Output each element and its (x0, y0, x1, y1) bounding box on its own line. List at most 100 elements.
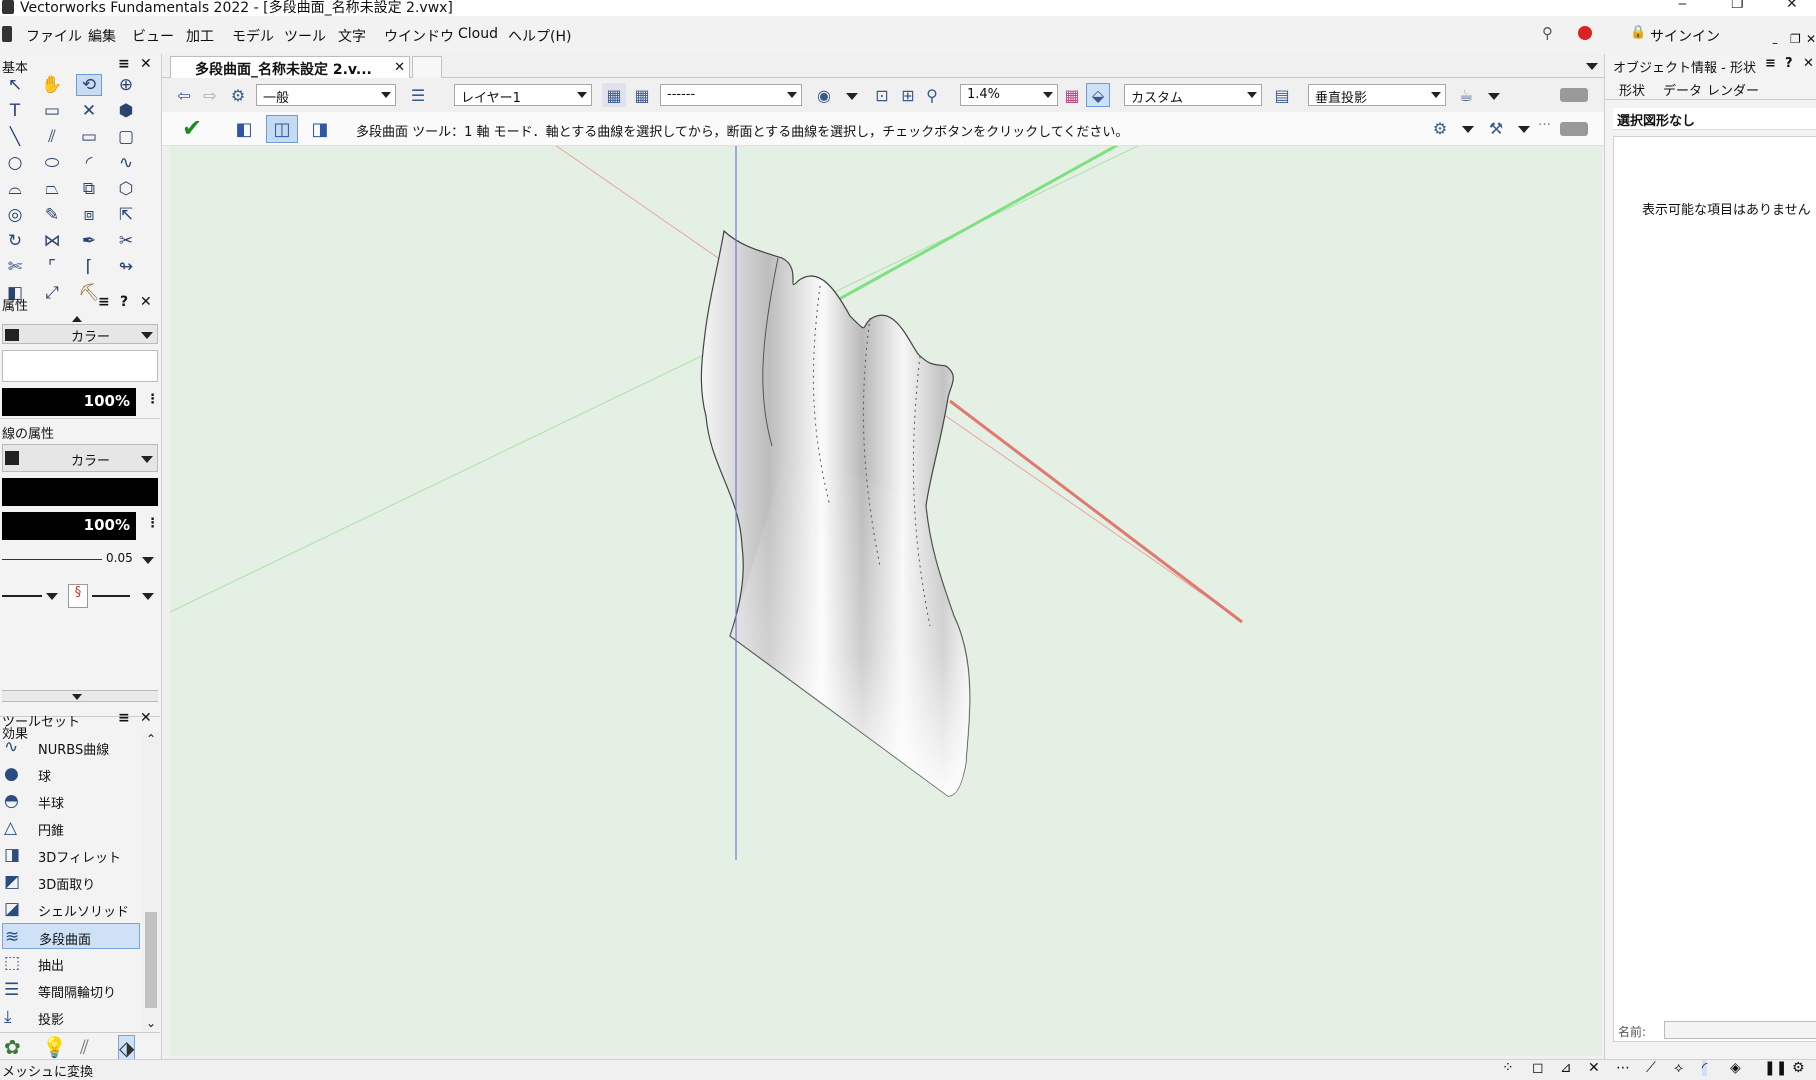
tab-data[interactable]: データ (1663, 80, 1702, 99)
arc-tool-icon[interactable]: ◜ (76, 152, 102, 174)
tab-list-dropdown-icon[interactable] (1586, 63, 1598, 70)
tab-shape[interactable]: 形状 (1619, 80, 1645, 99)
toolset-item[interactable]: ⬚ 抽出 (2, 950, 140, 976)
chamfer-2d-tool-icon[interactable]: ⌈ (76, 256, 102, 278)
menu-view[interactable]: ビュー (132, 26, 174, 46)
polygon-tool-icon[interactable]: ⏢ (39, 178, 65, 200)
toolset-item-selected[interactable]: ≋ 多段曲面 (2, 923, 140, 949)
rail-mode-icon[interactable]: ◧ (228, 115, 260, 143)
menu-modify[interactable]: 加工 (186, 26, 214, 46)
oval-tool-icon[interactable]: ⬭ (39, 152, 65, 174)
object-info-help-icon[interactable]: ? (1785, 56, 1793, 71)
doc-restore-button[interactable]: ❐ (1790, 32, 1801, 46)
scroll-thumb[interactable] (145, 912, 157, 1008)
back-arrow-icon[interactable]: ⇦ (172, 83, 196, 107)
scroll-down-icon[interactable]: ⌄ (146, 1016, 156, 1030)
menu-file[interactable]: ファイル (26, 26, 82, 46)
standard-views-icon[interactable]: ▦ (602, 83, 626, 107)
reshape-tool-icon[interactable]: ✒ (76, 230, 102, 252)
pan-tool-icon[interactable]: ✋ (39, 74, 65, 96)
toolset-item[interactable]: ∿ NURBS曲線 (2, 734, 140, 760)
zoom-icon[interactable]: ⚲ (920, 83, 944, 107)
callout-tool-icon[interactable]: ▭ (39, 100, 65, 122)
fit-to-page-icon[interactable]: ⊞ (896, 83, 920, 107)
palette-close-icon[interactable]: ✕ (140, 56, 152, 72)
search-icon[interactable]: ⚲ (1542, 24, 1553, 42)
more-icon[interactable]: … (1538, 114, 1551, 129)
layer-icon[interactable]: ☰ (406, 83, 430, 107)
rounded-rect-tool-icon[interactable]: ▢ (113, 126, 139, 148)
menu-edit[interactable]: 編集 (88, 26, 116, 46)
chevron-down-icon[interactable] (846, 93, 858, 100)
drawing-area[interactable] (170, 146, 1602, 1056)
split-tool-icon[interactable]: ✄ (2, 256, 28, 278)
text-tool-icon[interactable]: T (2, 100, 28, 122)
spiral-tool-icon[interactable]: ◎ (2, 204, 28, 226)
3d-modeling-toolset-icon[interactable]: ⬗ (118, 1035, 136, 1061)
snap-edge-icon[interactable]: ◜ (1702, 1060, 1708, 1076)
attributes-menu-icon[interactable]: ≡ (98, 294, 110, 310)
doc-minimize-button[interactable]: – (1772, 36, 1778, 50)
snap-point-icon[interactable]: ⟡ (1674, 1060, 1683, 1076)
new-tab-button[interactable] (412, 56, 442, 78)
pause-icon[interactable]: ❚❚ (1764, 1060, 1787, 1076)
snap-tangent-icon[interactable]: ⟋ (1646, 1060, 1656, 1076)
fill-type-select[interactable]: カラー (2, 324, 158, 345)
detailing-toolset-icon[interactable]: ⫽ (80, 1035, 89, 1059)
start-marker-sample[interactable] (2, 595, 42, 597)
line-type-select[interactable]: カラー (2, 444, 158, 472)
tab-render[interactable]: レンダー (1707, 80, 1759, 99)
maximize-button[interactable]: ❐ (1731, 0, 1744, 12)
rectangle-tool-icon[interactable]: ▭ (76, 126, 102, 148)
freehand-tool-icon[interactable]: ∿ (113, 152, 139, 174)
menu-text[interactable]: 文字 (338, 26, 366, 46)
menu-tools[interactable]: ツール (284, 26, 326, 46)
saved-views-icon[interactable]: ▦ (630, 83, 654, 107)
line-opacity-more-icon[interactable]: ⋮ (146, 516, 159, 531)
line-opacity-field[interactable]: 100% (2, 512, 136, 540)
saved-view-select[interactable]: ------ (660, 84, 802, 106)
attributes-help-icon[interactable]: ? (120, 294, 128, 310)
toolset-item[interactable]: ⤓ 投影 (2, 1004, 140, 1030)
signin-button[interactable]: サインイン (1650, 26, 1720, 46)
birail-mode-icon[interactable]: ◨ (304, 115, 336, 143)
fit-to-objects-icon[interactable]: ⊡ (870, 83, 894, 107)
mode-bar-more-icon[interactable] (1560, 122, 1588, 136)
attributes-expand-toggle[interactable] (2, 690, 158, 702)
render-mode-icon[interactable]: ▦ (1060, 83, 1084, 107)
trim-tool-icon[interactable]: ✂ (113, 230, 139, 252)
view-bar-more-icon[interactable] (1560, 88, 1588, 102)
close-window-button[interactable]: ✕ (1786, 0, 1798, 12)
snap-intersection-icon[interactable]: ✕ (1588, 1060, 1600, 1076)
toolset-close-icon[interactable]: ✕ (140, 710, 152, 726)
circle-tool-icon[interactable]: ○ (2, 152, 28, 174)
doc-close-button[interactable]: ✕ (1806, 32, 1816, 46)
menu-window[interactable]: ウインドウ (384, 26, 454, 46)
scroll-up-icon[interactable]: ⌃ (146, 732, 156, 746)
object-info-close-icon[interactable]: ✕ (1803, 56, 1814, 71)
dimension-tool-icon[interactable]: ✕ (76, 100, 102, 122)
regular-polygon-tool-icon[interactable]: ⬡ (113, 178, 139, 200)
line-tool-icon[interactable]: ╲ (2, 126, 28, 148)
visualization-toolset-icon[interactable]: ✿ (4, 1035, 21, 1059)
options-icon[interactable]: ⚒ (1484, 116, 1508, 140)
fillet-2d-tool-icon[interactable]: ⌜ (39, 256, 65, 278)
projection-select[interactable]: 垂直投影 (1308, 84, 1446, 106)
selection-tool-icon[interactable]: ↖ (2, 74, 28, 96)
chevron-down-icon[interactable] (1518, 126, 1530, 133)
snap-grid-icon[interactable]: ⁘ (1502, 1060, 1514, 1076)
zoom-field[interactable]: 1.4% (960, 84, 1058, 106)
close-tab-icon[interactable]: ✕ (394, 60, 405, 75)
checkmark-icon[interactable]: ✔ (182, 114, 202, 142)
snap-icon[interactable]: ⚙ (1428, 116, 1452, 140)
toolset-item[interactable]: ◩ 3D面取り (2, 869, 140, 895)
light-toolset-icon[interactable]: 💡 (42, 1035, 67, 1059)
render-mode-select[interactable]: カスタム (1124, 84, 1262, 106)
projection-icon[interactable]: ▤ (1270, 83, 1294, 107)
double-polygon-tool-icon[interactable]: ⧉ (76, 178, 102, 200)
lighting-icon[interactable]: ☕ (1454, 83, 1478, 107)
fill-opacity-more-icon[interactable]: ⋮ (146, 392, 159, 407)
palette-menu-icon[interactable]: ≡ (118, 56, 130, 72)
toolset-menu-icon[interactable]: ≡ (118, 710, 130, 726)
toolset-item[interactable]: ◨ 3Dフィレット (2, 842, 140, 868)
